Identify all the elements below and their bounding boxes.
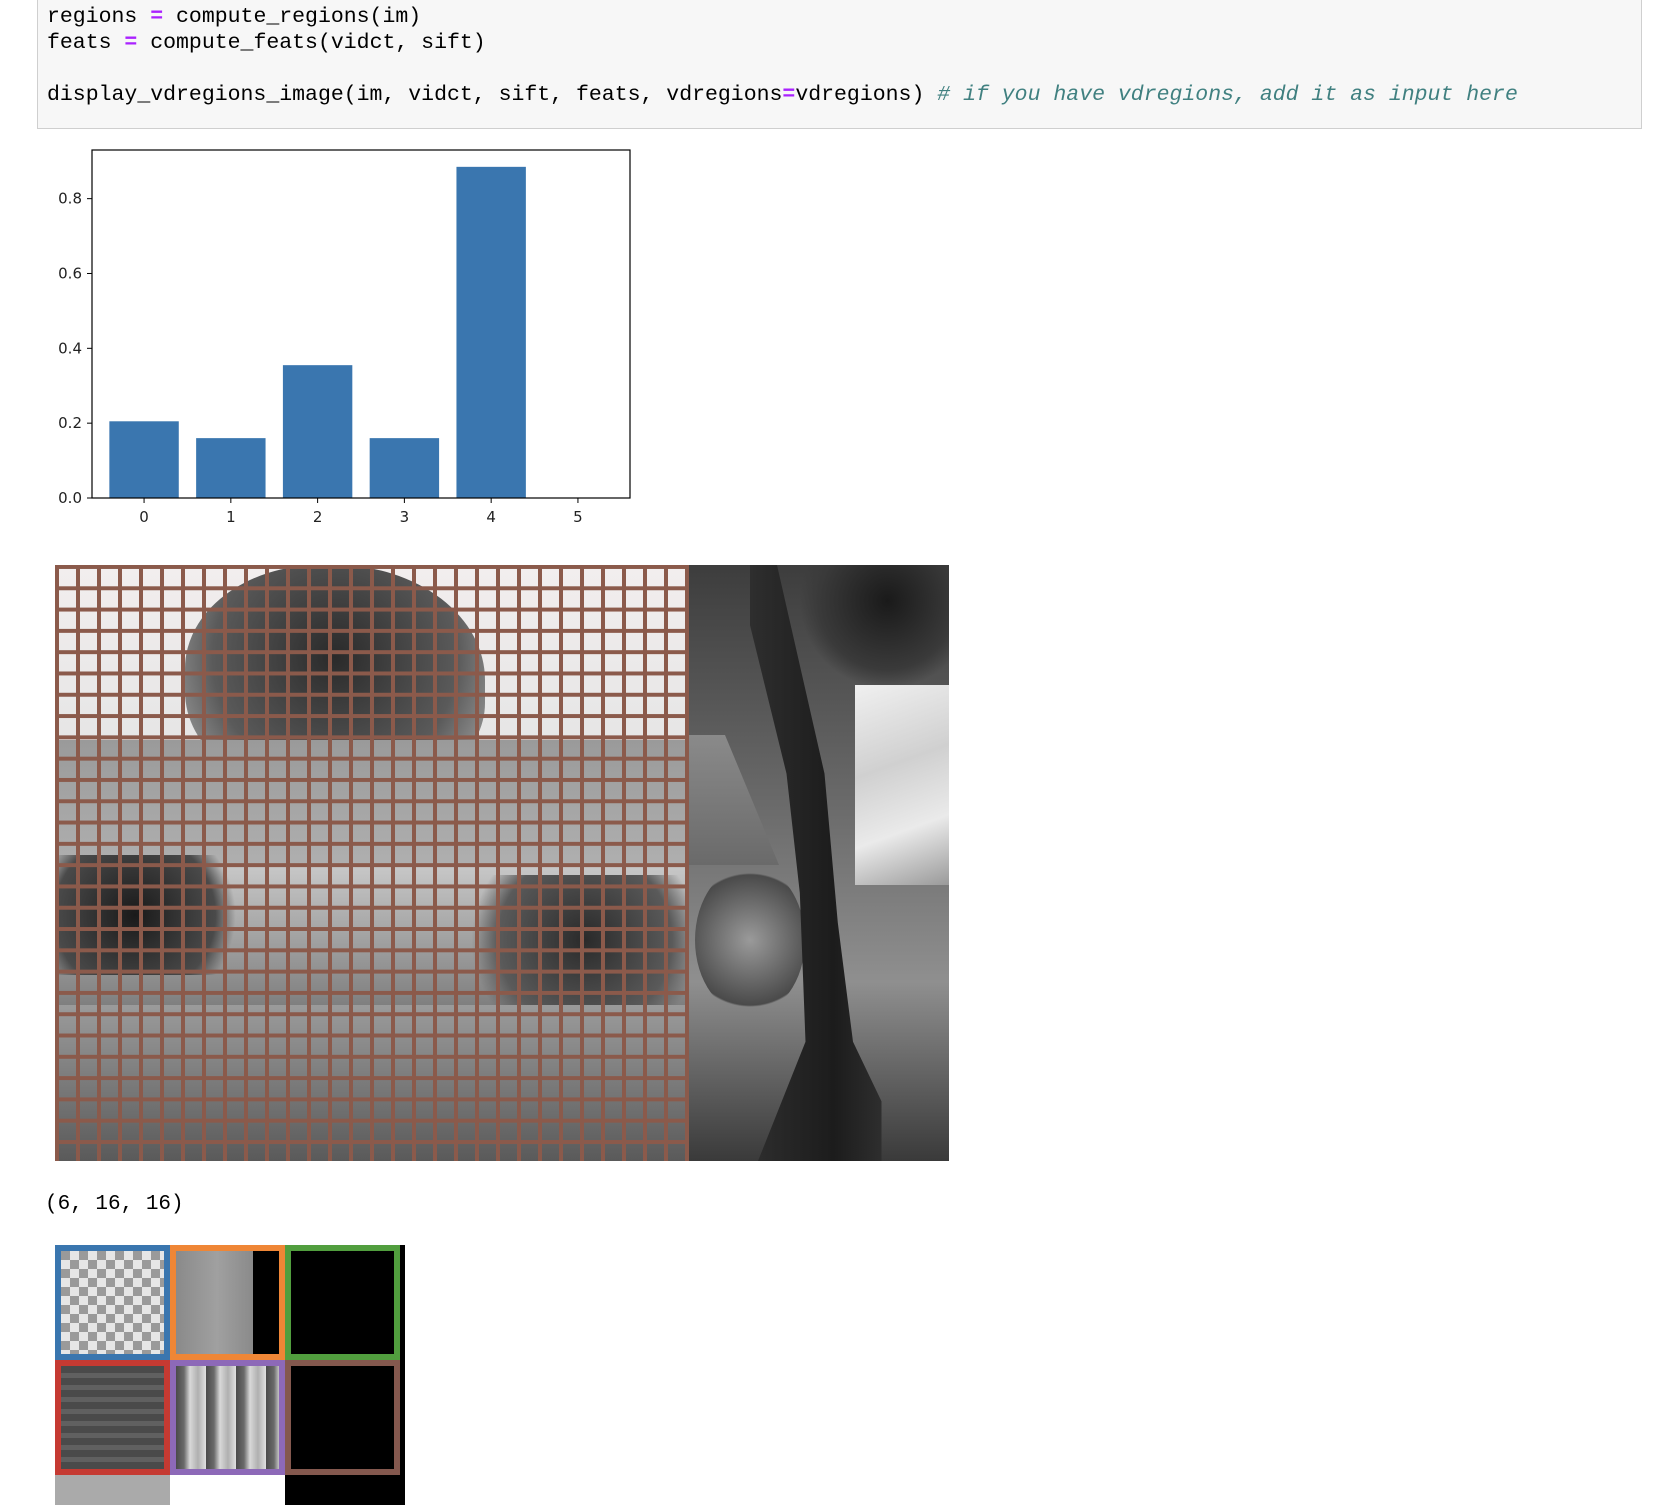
- x-tick-label: 5: [573, 508, 583, 526]
- patch-0: [55, 1245, 170, 1360]
- region-grid-overlay: [55, 565, 689, 1161]
- bar-1: [196, 438, 266, 498]
- y-tick-label: 0.2: [58, 414, 82, 432]
- bar-3: [369, 438, 440, 498]
- bar-0: [109, 421, 179, 498]
- code-input-cell[interactable]: regions = compute_regions(im) feats = co…: [37, 0, 1642, 129]
- x-tick-label: 3: [400, 508, 410, 526]
- bar-2: [282, 365, 353, 498]
- patch-montage: [55, 1245, 405, 1505]
- output-shape-text: (6, 16, 16): [45, 1193, 184, 1216]
- tree-canopy-right: [795, 565, 949, 685]
- patch-row-partial-gray: [55, 1475, 170, 1505]
- bar-4: [456, 166, 526, 498]
- y-tick-label: 0.6: [58, 264, 82, 282]
- region-grid-image: [55, 565, 949, 1161]
- x-tick-label: 2: [313, 508, 323, 526]
- patch-4: [170, 1360, 285, 1475]
- y-tick-label: 0.0: [58, 489, 82, 507]
- x-tick-label: 4: [486, 508, 496, 526]
- patch-3: [55, 1360, 170, 1475]
- bar-chart: 0.0 0.2 0.4 0.6 0.8 0 1 2 3 4 5: [58, 149, 631, 526]
- code-line-3: display_vdregions_image(im, vidct, sift,…: [47, 83, 1518, 107]
- x-tick-label: 0: [139, 508, 149, 526]
- patch-1: [170, 1245, 285, 1360]
- code-line-2: feats = compute_feats(vidct, sift): [47, 31, 486, 55]
- house-right-siding: [855, 685, 949, 885]
- y-tick-label: 0.8: [58, 190, 82, 208]
- y-tick-label: 0.4: [58, 339, 82, 357]
- shrub-right: [695, 865, 805, 1015]
- patch-row-partial-white: [170, 1475, 285, 1505]
- patch-2: [285, 1245, 400, 1360]
- code-line-1: regions = compute_regions(im): [47, 5, 422, 29]
- patch-5: [285, 1360, 400, 1475]
- x-tick-label: 1: [226, 508, 236, 526]
